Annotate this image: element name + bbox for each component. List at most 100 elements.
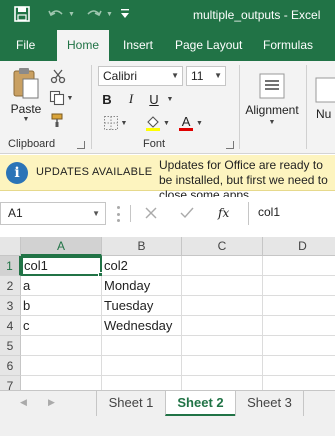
- copy-button[interactable]: ▼: [47, 89, 75, 107]
- chevron-down-icon: ▼: [214, 71, 222, 80]
- cell-d7[interactable]: [263, 376, 335, 390]
- bold-button[interactable]: B: [98, 89, 116, 109]
- cell-d3[interactable]: [263, 296, 335, 316]
- insert-function-button[interactable]: fx: [218, 206, 229, 220]
- cell-c5[interactable]: [182, 336, 263, 356]
- column-header-a[interactable]: A: [21, 237, 102, 256]
- tab-file[interactable]: File: [16, 30, 35, 61]
- underline-dropdown-icon[interactable]: ▼: [165, 91, 175, 107]
- number-label: Nu: [316, 107, 332, 121]
- fill-color-button[interactable]: ▼: [142, 113, 172, 133]
- row-header-6[interactable]: 6: [0, 356, 21, 376]
- cell-a2[interactable]: a: [21, 276, 102, 296]
- row-header-1[interactable]: 1: [0, 256, 21, 276]
- cell-d6[interactable]: [263, 356, 335, 376]
- alignment-label: Alignment: [245, 102, 299, 117]
- enter-formula-button[interactable]: [179, 205, 195, 221]
- cell-d2[interactable]: [263, 276, 335, 296]
- scroll-tabs-left-icon[interactable]: ◀: [20, 397, 27, 408]
- formula-input[interactable]: col1: [248, 202, 335, 225]
- sheet-tab-1[interactable]: Sheet 1: [96, 391, 165, 416]
- save-icon[interactable]: [14, 6, 30, 22]
- copy-icon: [49, 90, 64, 106]
- borders-button[interactable]: ▼: [100, 113, 130, 133]
- cell-b3[interactable]: Tuesday: [102, 296, 182, 316]
- title-bar: ▼ ▼ multiple_outputs - Excel: [0, 0, 335, 30]
- cell-d1[interactable]: [263, 256, 335, 276]
- ribbon-tabs: File Home Insert Page Layout Formulas: [0, 30, 335, 61]
- row-header-7[interactable]: 7: [0, 376, 21, 390]
- column-header-c[interactable]: C: [182, 237, 263, 256]
- paint-bucket-icon: [146, 116, 161, 131]
- cell-c4[interactable]: [182, 316, 263, 336]
- cell-a6[interactable]: [21, 356, 102, 376]
- font-size-value: 11: [191, 69, 204, 83]
- column-header-b[interactable]: B: [102, 237, 182, 256]
- alignment-dropdown-icon: ▼: [268, 118, 276, 126]
- cell-a4[interactable]: c: [21, 316, 102, 336]
- alignment-button[interactable]: Alignment ▼: [244, 65, 300, 133]
- select-all-corner[interactable]: [0, 237, 21, 256]
- ribbon-separator: [306, 65, 307, 149]
- tab-page-layout[interactable]: Page Layout: [175, 30, 242, 61]
- sheet-tab-2[interactable]: Sheet 2: [165, 391, 235, 416]
- cell-b4[interactable]: Wednesday: [102, 316, 182, 336]
- redo-icon[interactable]: ▼: [84, 6, 113, 22]
- row-header-3[interactable]: 3: [0, 296, 21, 316]
- font-size-select[interactable]: 11 ▼: [186, 66, 226, 86]
- tab-insert[interactable]: Insert: [123, 30, 153, 61]
- font-color-dropdown-icon: ▼: [196, 119, 203, 127]
- cell-d4[interactable]: [263, 316, 335, 336]
- format-painter-button[interactable]: [47, 111, 69, 129]
- customize-quick-access-icon[interactable]: [120, 8, 130, 20]
- borders-dropdown-icon: ▼: [120, 119, 128, 127]
- row-header-2[interactable]: 2: [0, 276, 21, 296]
- cell-b1[interactable]: col2: [102, 256, 182, 276]
- clipboard-launcher-icon[interactable]: [77, 141, 85, 149]
- underline-button[interactable]: U: [145, 89, 163, 109]
- italic-button[interactable]: I: [122, 89, 140, 109]
- font-color-button[interactable]: A ▼: [176, 113, 206, 133]
- row-header-4[interactable]: 4: [0, 316, 21, 336]
- font-color-icon: A: [179, 115, 194, 131]
- row-header-5[interactable]: 5: [0, 336, 21, 356]
- tab-formulas[interactable]: Formulas: [263, 30, 313, 61]
- cell-b7[interactable]: [102, 376, 182, 390]
- font-launcher-icon[interactable]: [226, 141, 234, 149]
- align-icon: [259, 73, 285, 98]
- cell-c1[interactable]: [182, 256, 263, 276]
- number-format-icon: [315, 77, 335, 103]
- status-bar: [0, 416, 335, 436]
- column-header-d[interactable]: D: [263, 237, 335, 256]
- paste-button[interactable]: Paste ▼: [8, 65, 44, 123]
- cell-b6[interactable]: [102, 356, 182, 376]
- cell-a7[interactable]: [21, 376, 102, 390]
- cell-c2[interactable]: [182, 276, 263, 296]
- font-group-label: Font: [143, 138, 166, 150]
- cell-b2[interactable]: Monday: [102, 276, 182, 296]
- number-button[interactable]: Nu: [312, 65, 335, 133]
- formula-bar-resize-handle[interactable]: [117, 206, 120, 222]
- fill-color-dropdown-icon: ▼: [163, 119, 170, 127]
- scroll-tabs-right-icon[interactable]: ▶: [48, 397, 55, 408]
- worksheet-grid: A B C D 1 col1 col2 2 a Monday 3 b Tuesd…: [0, 237, 335, 390]
- scissors-icon: [50, 69, 66, 84]
- cut-button[interactable]: [47, 67, 69, 85]
- window-title: multiple_outputs - Excel: [193, 8, 321, 22]
- name-box[interactable]: A1 ▼: [0, 202, 106, 225]
- sheet-tab-3[interactable]: Sheet 3: [235, 391, 304, 416]
- tab-home[interactable]: Home: [57, 30, 110, 61]
- cell-d5[interactable]: [263, 336, 335, 356]
- cell-a5[interactable]: [21, 336, 102, 356]
- cell-c6[interactable]: [182, 356, 263, 376]
- cell-c3[interactable]: [182, 296, 263, 316]
- cancel-formula-button[interactable]: [143, 205, 159, 221]
- chevron-down-icon: ▼: [92, 209, 100, 218]
- cell-c7[interactable]: [182, 376, 263, 390]
- font-name-select[interactable]: Calibri ▼: [98, 66, 183, 86]
- undo-icon[interactable]: ▼: [46, 6, 75, 22]
- cell-b5[interactable]: [102, 336, 182, 356]
- cell-a3[interactable]: b: [21, 296, 102, 316]
- copy-dropdown-icon: ▼: [66, 94, 74, 102]
- cell-a1[interactable]: col1: [21, 256, 102, 276]
